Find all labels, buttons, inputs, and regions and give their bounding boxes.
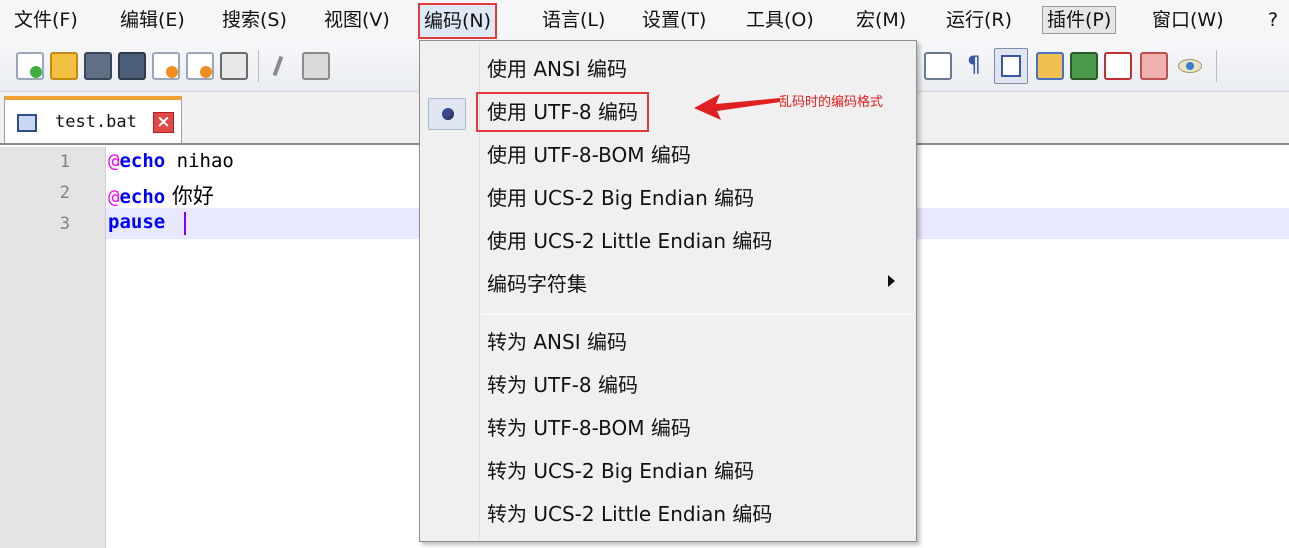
menu-search[interactable]: 搜索(S) [222,4,287,36]
menu-view[interactable]: 视图(V) [324,4,390,36]
file-tab[interactable]: test.bat × [4,96,182,143]
monitoring-eye-icon[interactable] [1176,52,1204,80]
menu-item-charset[interactable]: 编码字符集 [487,264,587,304]
new-file-icon[interactable] [16,52,44,80]
tab-label: test.bat [55,112,137,132]
open-file-icon[interactable] [50,52,78,80]
user-lang-icon[interactable] [1036,52,1064,80]
show-all-chars-icon[interactable]: ¶ [960,52,988,80]
menu-tools[interactable]: 工具(O) [746,4,814,36]
toolbar-separator [258,50,259,82]
code-line: @echo nihao [108,150,234,172]
menu-language[interactable]: 语言(L) [542,4,605,36]
menu-plugins[interactable]: 插件(P) [1042,6,1117,34]
menu-item-convert-utf8-bom[interactable]: 转为 UTF-8-BOM 编码 [487,408,691,448]
line-number: 3 [59,214,70,234]
code-line: @echo 你好 [108,184,214,208]
menu-settings[interactable]: 设置(T) [642,4,706,36]
print-icon[interactable] [220,52,248,80]
menu-separator [482,314,914,315]
line-number-gutter: 1 2 3 [0,147,106,548]
close-all-icon[interactable] [186,52,214,80]
toolbar-separator [1216,50,1217,82]
close-file-icon[interactable] [152,52,180,80]
menu-item-use-ucs2-le[interactable]: 使用 UCS-2 Little Endian 编码 [487,221,772,261]
close-icon[interactable]: × [153,112,174,133]
line-number: 1 [59,152,70,172]
menu-encoding[interactable]: 编码(N) [418,3,498,39]
indent-guide-toggle[interactable] [994,48,1028,84]
menu-file[interactable]: 文件(F) [14,4,78,36]
menu-macro[interactable]: 宏(M) [856,4,906,36]
copy-icon[interactable] [302,52,330,80]
menu-item-convert-ucs2-le[interactable]: 转为 UCS-2 Little Endian 编码 [487,494,772,534]
menu-window[interactable]: 窗口(W) [1152,4,1224,36]
menu-item-use-ucs2-be[interactable]: 使用 UCS-2 Big Endian 编码 [487,178,754,218]
text-caret [184,212,186,235]
menu-item-convert-ansi[interactable]: 转为 ANSI 编码 [487,322,627,362]
menu-run[interactable]: 运行(R) [946,4,1012,36]
saved-file-icon [17,114,37,132]
save-icon[interactable] [84,52,112,80]
save-all-icon[interactable] [118,52,146,80]
annotation-arrow [694,94,780,120]
menu-item-use-utf8[interactable]: 使用 UTF-8 编码 [476,92,650,132]
menu-item-convert-utf8[interactable]: 转为 UTF-8 编码 [487,365,638,405]
cut-icon[interactable] [268,52,296,80]
menu-edit[interactable]: 编辑(E) [120,4,185,36]
annotation-text: 乱码时的编码格式 [779,95,884,110]
menu-item-use-ansi[interactable]: 使用 ANSI 编码 [487,49,627,89]
menu-item-convert-ucs2-be[interactable]: 转为 UCS-2 Big Endian 编码 [487,451,754,491]
code-line: pause [108,211,166,233]
doc-map-icon[interactable] [1070,52,1098,80]
line-number: 2 [59,183,70,203]
radio-dot-icon [442,108,454,120]
function-list-icon[interactable] [1104,52,1132,80]
selected-indicator [428,98,466,130]
submenu-arrow-icon [888,275,895,287]
encoding-menu: 使用 ANSI 编码 使用 UTF-8 编码 使用 UTF-8-BOM 编码 使… [419,40,917,542]
menu-bar: 文件(F) 编辑(E) 搜索(S) 视图(V) 编码(N) 语言(L) 设置(T… [0,0,1289,40]
wrap-icon[interactable] [924,52,952,80]
menu-help[interactable]: ? [1268,4,1278,36]
menu-item-use-utf8-bom[interactable]: 使用 UTF-8-BOM 编码 [487,135,691,175]
folder-workspace-icon[interactable] [1140,52,1168,80]
